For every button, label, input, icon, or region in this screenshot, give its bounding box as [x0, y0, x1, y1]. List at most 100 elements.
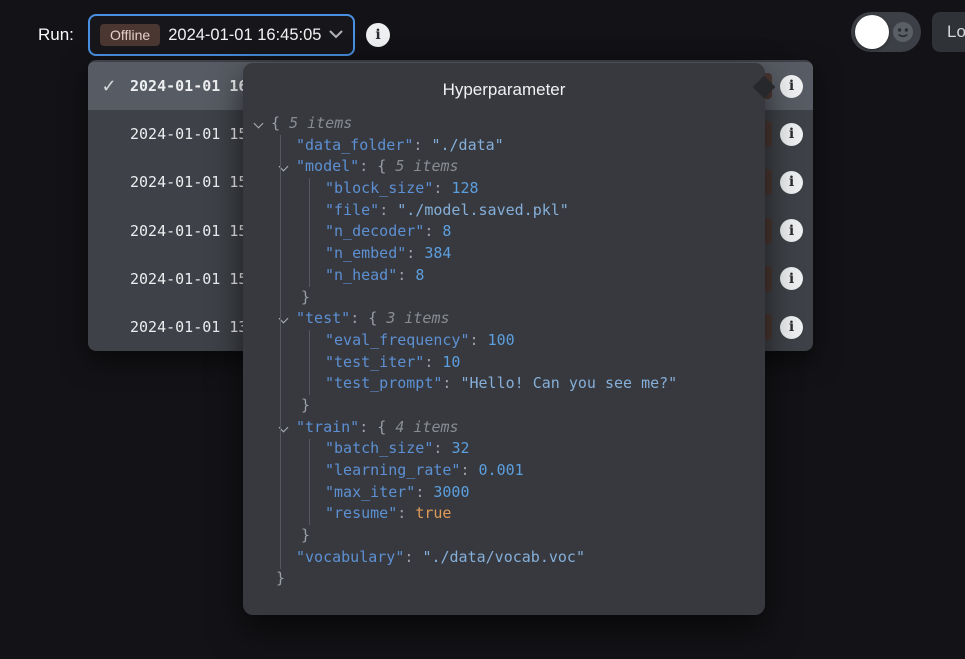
log-button[interactable]: Log [932, 12, 965, 52]
json-token-punc: : [404, 548, 422, 566]
json-token-punc: : [415, 483, 433, 501]
json-line: "test_prompt": "Hello! Can you see me?" [243, 373, 765, 395]
json-token-punc: : [433, 179, 451, 197]
json-token-num: 128 [451, 179, 478, 197]
json-token-punc: { [271, 114, 289, 132]
json-token-punc: : [424, 353, 442, 371]
json-token-key: "eval_frequency" [325, 331, 470, 349]
json-line: } [243, 568, 765, 590]
json-token-num: 3000 [433, 483, 469, 501]
json-token-key: "test" [296, 309, 350, 327]
json-line: "n_decoder": 8 [243, 221, 765, 243]
json-token-punc: } [301, 526, 310, 544]
json-token-num: 8 [415, 266, 424, 284]
json-token-punc: { [377, 418, 395, 436]
json-line: "vocabulary": "./data/vocab.voc" [243, 547, 765, 569]
json-token-punc: : [442, 374, 460, 392]
json-token-key: "batch_size" [325, 439, 433, 457]
json-token-key: "file" [325, 201, 379, 219]
json-token-punc: { [368, 309, 386, 327]
hyperparameter-tooltip: Hyperparameter { 5 items"data_folder": "… [243, 63, 765, 615]
indent-guide [309, 178, 310, 287]
json-line: "eval_frequency": 100 [243, 330, 765, 352]
run-option-label: 2024-01-01 13 [130, 318, 247, 336]
json-line: "test": { 3 items [243, 308, 765, 330]
indent-guide [280, 135, 281, 569]
json-token-meta: 5 items [289, 114, 352, 132]
json-line: "resume": true [243, 503, 765, 525]
json-token-punc: } [301, 396, 310, 414]
json-line: "file": "./model.saved.pkl" [243, 200, 765, 222]
run-option-label: 2024-01-01 15 [130, 222, 247, 240]
json-token-num: 100 [488, 331, 515, 349]
json-token-num: 8 [442, 222, 451, 240]
json-token-key: "n_embed" [325, 244, 406, 262]
json-token-punc: } [276, 569, 285, 587]
json-token-key: "resume" [325, 504, 397, 522]
json-line: "max_iter": 3000 [243, 482, 765, 504]
json-line: { 5 items [243, 113, 765, 135]
indent-guide [309, 439, 310, 526]
json-line: } [243, 395, 765, 417]
run-option-label: 2024-01-01 15 [130, 125, 247, 143]
json-line: "train": { 4 items [243, 417, 765, 439]
json-token-num: 0.001 [479, 461, 524, 479]
json-token-key: "n_head" [325, 266, 397, 284]
json-token-key: "block_size" [325, 179, 433, 197]
json-token-punc: { [377, 157, 395, 175]
row-info-icon[interactable]: i [780, 123, 803, 146]
theme-toggle[interactable] [851, 12, 921, 52]
row-info-icon[interactable]: i [780, 171, 803, 194]
collapse-chevron-icon[interactable] [254, 119, 264, 129]
json-token-punc: : [433, 439, 451, 457]
json-line: } [243, 525, 765, 547]
json-token-num: 10 [442, 353, 460, 371]
json-token-punc: : [424, 222, 442, 240]
json-token-key: "model" [296, 157, 359, 175]
json-token-meta: 5 items [395, 157, 458, 175]
indent-guide [309, 330, 310, 395]
json-token-punc: : [460, 461, 478, 479]
json-line: "test_iter": 10 [243, 352, 765, 374]
json-token-key: "test_iter" [325, 353, 424, 371]
checkmark-icon: ✓ [88, 76, 130, 97]
json-token-key: "vocabulary" [296, 548, 404, 566]
run-select-value: 2024-01-01 16:45:05 [168, 26, 321, 45]
json-token-punc: : [359, 418, 377, 436]
json-token-punc: : [379, 201, 397, 219]
chevron-down-icon [329, 26, 343, 44]
row-info-icon[interactable]: i [780, 75, 803, 98]
json-token-punc: : [413, 136, 431, 154]
json-token-key: "n_decoder" [325, 222, 424, 240]
row-info-icon[interactable]: i [780, 267, 803, 290]
row-info-icon[interactable]: i [780, 316, 803, 339]
json-line: "model": { 5 items [243, 156, 765, 178]
json-token-num: 32 [451, 439, 469, 457]
json-token-punc: : [470, 331, 488, 349]
json-token-punc: : [350, 309, 368, 327]
json-token-bool: true [415, 504, 451, 522]
run-info-icon[interactable]: i [366, 23, 390, 47]
json-token-key: "max_iter" [325, 483, 415, 501]
json-line: "n_embed": 384 [243, 243, 765, 265]
json-token-key: "train" [296, 418, 359, 436]
tooltip-title: Hyperparameter [243, 80, 765, 100]
json-token-str: "./data/vocab.voc" [422, 548, 585, 566]
json-line: "data_folder": "./data" [243, 135, 765, 157]
json-token-punc: : [397, 504, 415, 522]
json-token-meta: 3 items [386, 309, 449, 327]
run-select[interactable]: Offline 2024-01-01 16:45:05 [88, 14, 355, 56]
run-option-label: 2024-01-01 15 [130, 270, 247, 288]
run-label: Run: [38, 25, 74, 45]
json-token-str: "./data" [431, 136, 503, 154]
json-token-str: "./model.saved.pkl" [397, 201, 569, 219]
row-info-icon[interactable]: i [780, 219, 803, 242]
json-line: "n_head": 8 [243, 265, 765, 287]
offline-status-badge: Offline [100, 24, 160, 46]
json-tree: { 5 items"data_folder": "./data""model":… [243, 113, 765, 615]
toggle-thumb[interactable] [855, 15, 889, 49]
json-token-num: 384 [424, 244, 451, 262]
smiley-face-icon [892, 21, 914, 43]
json-token-punc: } [301, 288, 310, 306]
run-option-label: 2024-01-01 15 [130, 173, 247, 191]
